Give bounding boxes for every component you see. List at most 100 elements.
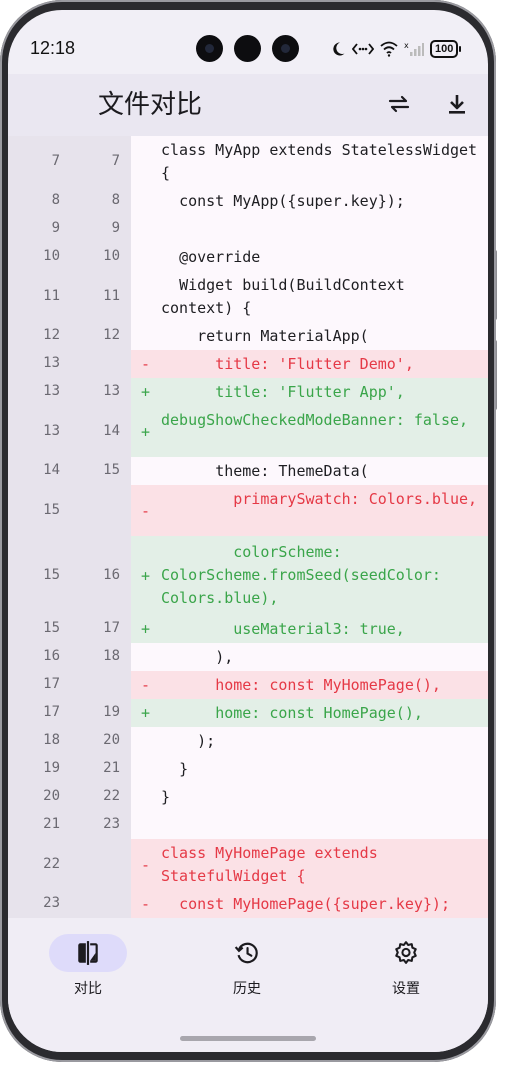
nav-label-history: 历史 bbox=[233, 981, 261, 997]
old-line-number: 19 bbox=[43, 760, 60, 776]
battery-icon: 100 bbox=[430, 40, 462, 58]
old-line-number: 15 bbox=[43, 502, 60, 518]
new-line-number: 19 bbox=[103, 704, 120, 720]
new-line-number: 21 bbox=[103, 760, 120, 776]
nav-item-settings[interactable]: 设置 bbox=[356, 934, 456, 998]
new-line-number: 17 bbox=[103, 620, 120, 636]
new-line-number: 13 bbox=[103, 383, 120, 399]
deleted-line: 17 - home: const MyHomePage(), bbox=[8, 671, 488, 699]
old-line-number: 12 bbox=[43, 327, 60, 343]
added-line: 13 14 + debugShowCheckedModeBanner: false, bbox=[8, 406, 488, 457]
home-indicator bbox=[180, 1036, 316, 1041]
unchanged-line: 8 8 const MyApp({super.key}); bbox=[8, 187, 488, 215]
code-text: class MyApp extends StatelessWidget { bbox=[161, 141, 487, 182]
code-text: const MyHomePage({super.key}); bbox=[161, 895, 450, 913]
old-line-number: 14 bbox=[43, 462, 60, 478]
compare-icon bbox=[78, 941, 98, 965]
old-line-number: 11 bbox=[43, 288, 60, 304]
old-line-number: 8 bbox=[51, 192, 60, 208]
nav-label-settings: 设置 bbox=[392, 981, 420, 997]
new-line-number: 12 bbox=[103, 327, 120, 343]
nav-active-indicator bbox=[49, 934, 127, 972]
deleted-line: 13 - title: 'Flutter Demo', bbox=[8, 350, 488, 378]
camera-icon bbox=[196, 35, 223, 62]
battery-level: 100 bbox=[430, 40, 459, 58]
new-line-number: 16 bbox=[103, 567, 120, 583]
data-transfer-icon bbox=[352, 43, 374, 55]
unchanged-line: 19 21 } bbox=[8, 755, 488, 783]
plus-icon: + bbox=[141, 704, 151, 722]
nav-item-history[interactable]: 历史 bbox=[197, 934, 297, 998]
swap-button[interactable] bbox=[385, 90, 413, 118]
deleted-line: 23 - const MyHomePage({super.key}); bbox=[8, 890, 488, 918]
download-button[interactable] bbox=[443, 90, 471, 118]
code-text: home: const MyHomePage(), bbox=[161, 676, 441, 694]
old-line-number: 15 bbox=[43, 567, 60, 583]
unchanged-line: 18 20 ); bbox=[8, 727, 488, 755]
added-line: 15 17 + useMaterial3: true, bbox=[8, 615, 488, 643]
old-line-number: 13 bbox=[43, 383, 60, 399]
minus-icon: - bbox=[141, 856, 151, 874]
download-icon bbox=[449, 95, 465, 114]
camera-icon bbox=[272, 35, 299, 62]
line-background bbox=[131, 215, 488, 243]
old-line-number: 10 bbox=[43, 248, 60, 264]
deleted-line: 22 - class MyHomePage extends StatefulWidg… bbox=[8, 839, 488, 890]
svg-text:x: x bbox=[404, 41, 409, 50]
added-line: 17 19 + home: const HomePage(), bbox=[8, 699, 488, 727]
new-line-number: 18 bbox=[103, 648, 120, 664]
new-line-number: 10 bbox=[103, 248, 120, 264]
plus-icon: + bbox=[141, 620, 151, 638]
new-line-number: 23 bbox=[103, 816, 120, 832]
unchanged-line: 7 7 class MyApp extends StatelessWidget { bbox=[8, 136, 488, 187]
unchanged-line: 14 15 theme: ThemeData( bbox=[8, 457, 488, 485]
wifi-icon bbox=[380, 41, 398, 57]
code-text: } bbox=[161, 760, 189, 778]
added-line: 13 13 + title: 'Flutter App', bbox=[8, 378, 488, 406]
swap-icon bbox=[388, 95, 410, 113]
unchanged-line: 16 18 ), bbox=[8, 643, 488, 671]
signal-icon: x bbox=[404, 41, 424, 56]
minus-icon: - bbox=[141, 895, 151, 913]
diff-view[interactable]: 7 7 class MyApp extends StatelessWidget {8… bbox=[8, 136, 488, 918]
code-text: const MyApp({super.key}); bbox=[161, 192, 405, 210]
unchanged-line: 20 22} bbox=[8, 783, 488, 811]
minus-icon: - bbox=[141, 502, 151, 520]
nav-label-compare: 对比 bbox=[74, 981, 102, 997]
unchanged-line: 21 23 bbox=[8, 811, 488, 839]
old-line-number: 21 bbox=[43, 816, 60, 832]
code-text: title: 'Flutter Demo', bbox=[161, 355, 414, 373]
old-line-number: 18 bbox=[43, 732, 60, 748]
code-text: home: const HomePage(), bbox=[161, 704, 423, 722]
old-line-number: 17 bbox=[43, 704, 60, 720]
phone-frame: 12:18 x 100 文件对比 7 7 class MyApp extends… bbox=[0, 0, 496, 1062]
unchanged-line: 12 12 return MaterialApp( bbox=[8, 322, 488, 350]
old-line-number: 15 bbox=[43, 620, 60, 636]
new-line-number: 14 bbox=[103, 423, 120, 439]
added-line: 15 16 + colorScheme: ColorScheme.fromSeed(… bbox=[8, 536, 488, 615]
old-line-number: 9 bbox=[51, 220, 60, 236]
minus-icon: - bbox=[141, 676, 151, 694]
nav-item-compare[interactable]: 对比 bbox=[38, 934, 138, 998]
new-line-number: 9 bbox=[111, 220, 120, 236]
old-line-number: 23 bbox=[43, 895, 60, 911]
code-text: return MaterialApp( bbox=[161, 327, 369, 345]
nav-icon-wrap bbox=[367, 934, 445, 972]
code-text: ), bbox=[161, 648, 234, 666]
unchanged-line: 99 bbox=[8, 215, 488, 243]
moon-icon bbox=[333, 42, 345, 56]
bottom-nav: 对比 历史 设置 bbox=[8, 918, 488, 1052]
plus-icon: + bbox=[141, 423, 151, 441]
status-icons: x 100 bbox=[330, 38, 462, 60]
old-line-number: 20 bbox=[43, 788, 60, 804]
new-line-number: 7 bbox=[111, 153, 120, 169]
code-text: colorScheme: ColorScheme.fromSeed(seedCo… bbox=[161, 543, 450, 607]
status-time: 12:18 bbox=[30, 38, 76, 58]
old-line-number: 17 bbox=[43, 676, 60, 692]
code-text: ); bbox=[161, 732, 216, 750]
old-line-number: 13 bbox=[43, 423, 60, 439]
new-line-number: 11 bbox=[103, 288, 120, 304]
unchanged-line: 10 10 @override bbox=[8, 243, 488, 271]
code-text: Widget build(BuildContext context) { bbox=[161, 276, 414, 317]
status-bar: 12:18 x 100 bbox=[8, 10, 488, 82]
